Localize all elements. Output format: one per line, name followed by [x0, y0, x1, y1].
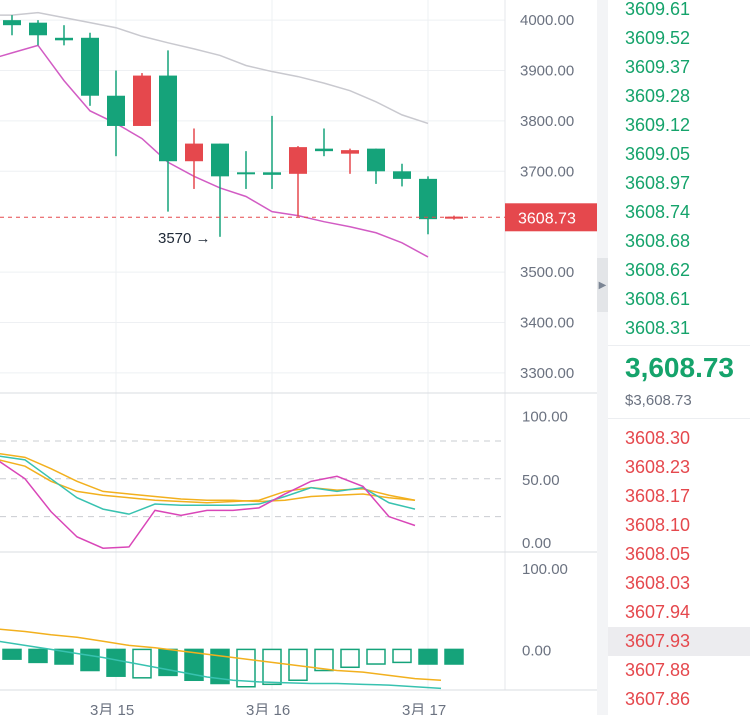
- macd-axis-tick-label: 100.00: [522, 561, 568, 578]
- price-axis-tick-label: 4000.00: [520, 12, 574, 29]
- candle-body: [29, 22, 47, 36]
- bid-price-row[interactable]: 3608.05: [608, 540, 750, 569]
- candle-body: [367, 148, 385, 172]
- macd-histogram-bar: [106, 648, 126, 677]
- bid-price-row[interactable]: 3607.94: [608, 598, 750, 627]
- x-axis-tick-label: 3月 16: [246, 702, 290, 715]
- candle-body: [315, 148, 333, 152]
- price-axis-tick-label: 3500.00: [520, 264, 574, 281]
- stoch-axis-tick-label: 100.00: [522, 409, 568, 426]
- ask-price-row[interactable]: 3609.37: [608, 53, 750, 82]
- ask-price-row[interactable]: 3609.12: [608, 111, 750, 140]
- candle-body: [159, 75, 177, 162]
- collapse-handle[interactable]: ▶: [597, 258, 608, 312]
- price-axis-tick-label: 3300.00: [520, 365, 574, 382]
- macd-histogram-bar: [392, 648, 412, 664]
- order-book: 3609.61 3609.52 3609.37 3609.28 3609.12 3609.…: [608, 0, 750, 715]
- bid-price-row[interactable]: 3607.93: [608, 627, 750, 656]
- ask-price-row[interactable]: 3608.97: [608, 169, 750, 198]
- price-axis-tick-label: 3700.00: [520, 163, 574, 180]
- chart-area[interactable]: 4000.00 3900.00 3800.00 3700.00 3500.00 3400.…: [0, 0, 597, 715]
- candle-body: [81, 37, 99, 96]
- ask-price-row[interactable]: 3609.52: [608, 24, 750, 53]
- candle-body: [445, 216, 463, 219]
- bid-price-row[interactable]: 3608.30: [608, 424, 750, 453]
- mid-price: 3,608.73: [625, 352, 734, 383]
- candle-body: [263, 172, 281, 175]
- bid-price-row[interactable]: 3607.86: [608, 685, 750, 714]
- bid-price-row[interactable]: 3608.17: [608, 482, 750, 511]
- price-axis-tick-label: 3800.00: [520, 113, 574, 130]
- macd-histogram-bar: [80, 648, 100, 672]
- macd-histogram-bar: [418, 648, 438, 665]
- ask-price-row[interactable]: 3608.61: [608, 285, 750, 314]
- macd-histogram-bar: [262, 648, 282, 686]
- chart-svg: 4000.00 3900.00 3800.00 3700.00 3500.00 3400.…: [0, 0, 597, 715]
- stoch-slow-line: [0, 452, 416, 503]
- macd-histogram-bar: [366, 648, 386, 665]
- macd-axis-tick-label: 0.00: [522, 642, 551, 659]
- bid-price-row[interactable]: 3607.88: [608, 656, 750, 685]
- candle-body: [419, 178, 437, 220]
- chevron-right-icon: ▶: [598, 279, 607, 291]
- stoch-axis-tick-label: 50.00: [522, 472, 560, 489]
- candle-body: [393, 171, 411, 179]
- price-axis-tick-label: 3400.00: [520, 314, 574, 331]
- ask-price-row[interactable]: 3608.62: [608, 256, 750, 285]
- macd-histogram-bar: [2, 648, 22, 660]
- candle-body: [211, 143, 229, 177]
- candle-body: [3, 20, 21, 26]
- macd-histogram-bar: [340, 648, 360, 669]
- ask-price-row[interactable]: 3608.31: [608, 314, 750, 343]
- ask-price-row[interactable]: 3609.05: [608, 140, 750, 169]
- ask-price-row[interactable]: 3609.61: [608, 0, 750, 24]
- ask-price-row[interactable]: 3609.28: [608, 82, 750, 111]
- candle-body: [341, 150, 359, 154]
- ask-price-row[interactable]: 3608.68: [608, 227, 750, 256]
- x-axis-tick-label: 3月 17: [402, 702, 446, 715]
- last-price-label: 3608.73: [518, 210, 576, 227]
- x-axis-tick-label: 3月 15: [90, 702, 134, 715]
- bid-price-row[interactable]: 3608.23: [608, 453, 750, 482]
- mid-price-usd: $3,608.73: [625, 392, 692, 409]
- candle-body: [289, 147, 307, 174]
- panel-divider: [597, 0, 608, 715]
- stoch-axis-tick-label: 0.00: [522, 535, 551, 552]
- low-annotation: 3570 →: [158, 230, 211, 247]
- macd-histogram-bar: [444, 648, 464, 665]
- macd-histogram-bar: [28, 648, 48, 664]
- candle-body: [107, 95, 125, 126]
- candle-body: [133, 75, 151, 126]
- bid-price-row[interactable]: 3608.03: [608, 569, 750, 598]
- bid-price-row[interactable]: 3608.10: [608, 511, 750, 540]
- stoch-d-line: [0, 459, 416, 504]
- candle-body: [237, 172, 255, 175]
- candle-body: [185, 143, 203, 162]
- ask-price-row[interactable]: 3608.74: [608, 198, 750, 227]
- price-axis-tick-label: 3900.00: [520, 63, 574, 80]
- candle-body: [55, 37, 73, 41]
